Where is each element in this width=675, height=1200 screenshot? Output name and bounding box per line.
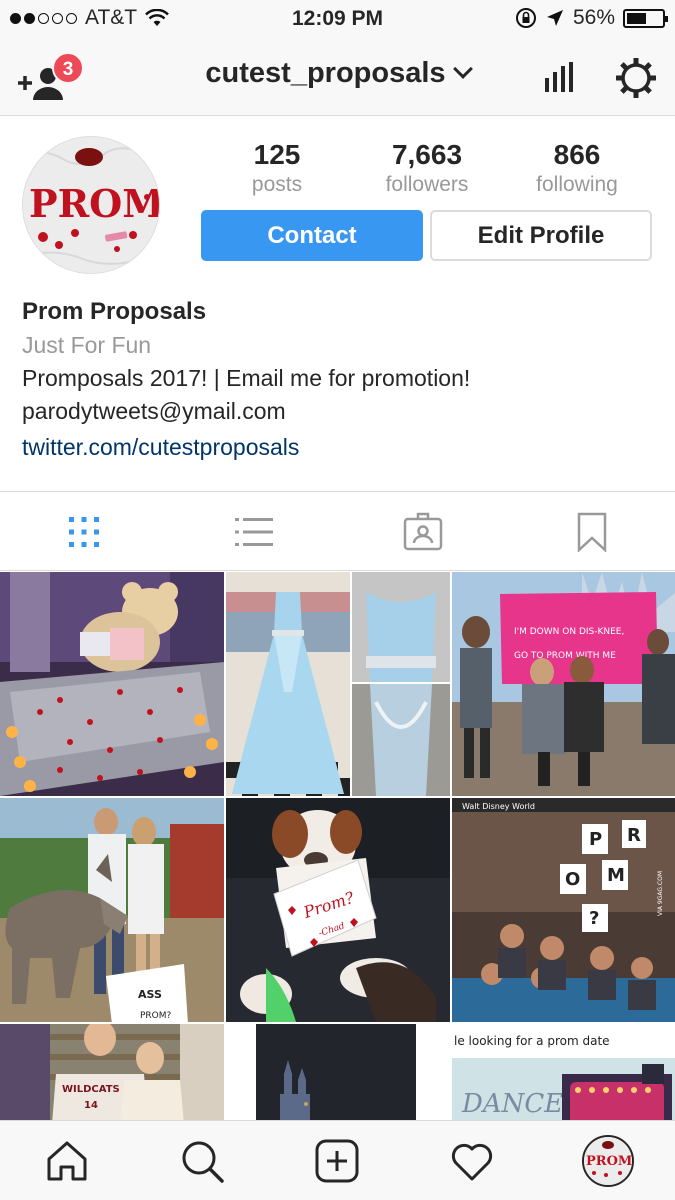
sign-text-1: I'M DOWN ON DIS-KNEE,	[514, 627, 624, 637]
bio-line: Promposals 2017! | Email me for promotio…	[22, 365, 471, 391]
post-thumbnail[interactable]: Prom? -Chad	[226, 798, 450, 1022]
post-thumbnail[interactable]	[0, 572, 224, 796]
location-arrow-icon	[546, 10, 563, 26]
ride-letter: P	[589, 829, 602, 850]
list-icon[interactable]	[234, 512, 274, 552]
bottom-navigation: PROM	[0, 1120, 675, 1200]
post-image-wildcats: WILDCATS 14	[0, 1024, 224, 1120]
profile-name: Prom Proposals	[22, 298, 207, 325]
dance-text: DANCE	[461, 1089, 563, 1119]
post-image-donkey: ASS PROM?	[0, 798, 224, 1022]
post-grid: I'M DOWN ON DIS-KNEE, GO TO PROM WITH ME	[0, 572, 675, 1120]
profile-category: Just For Fun	[22, 332, 152, 358]
contact-button[interactable]: Contact	[201, 210, 423, 261]
post-thumbnail[interactable]	[226, 1024, 450, 1120]
bio-email: parodytweets@ymail.com	[22, 398, 286, 424]
tile-caption: le looking for a prom date	[454, 1034, 610, 1048]
grid-icon[interactable]	[64, 512, 104, 552]
ride-letter: R	[627, 825, 641, 846]
add-post-icon[interactable]	[315, 1139, 359, 1183]
post-thumbnail[interactable]: ASS PROM?	[0, 798, 224, 1022]
ride-letter: O	[565, 869, 580, 890]
shirt-number: 14	[84, 1100, 98, 1111]
posts-label: posts	[251, 173, 303, 196]
profile-header: 3 cutest_proposals	[0, 38, 675, 116]
post-image-bedroom	[0, 572, 224, 796]
chevron-down-icon	[452, 59, 473, 79]
post-thumbnail[interactable]: WILDCATS 14	[0, 1024, 224, 1120]
sign-text-2: GO TO PROM WITH ME	[514, 651, 616, 661]
post-thumbnail[interactable]: le looking for a prom date DANCE	[452, 1024, 675, 1120]
sign-text-ass: ASS	[138, 988, 162, 1001]
followers-count: 7,663	[391, 139, 463, 170]
ride-letter: ?	[589, 908, 599, 929]
sign-text-prom: PROM?	[140, 1011, 172, 1021]
profile-tab-avatar-image: PROM	[584, 1137, 632, 1185]
insights-icon[interactable]	[543, 62, 575, 92]
post-image-dance: le looking for a prom date DANCE	[452, 1024, 675, 1120]
ride-photo-header: Walt Disney World	[462, 802, 535, 811]
posts-count: 125	[253, 139, 301, 170]
website-link[interactable]: twitter.com/cutestproposals	[22, 428, 652, 466]
watermark: VIA 9GAG.COM	[657, 871, 664, 916]
status-right: 56%	[515, 6, 668, 30]
following-stat[interactable]: 866 following	[507, 138, 647, 198]
profile-avatar[interactable]: PROM	[22, 136, 160, 274]
followers-label: followers	[385, 173, 469, 196]
following-count: 866	[553, 139, 601, 170]
following-label: following	[536, 173, 618, 196]
tagged-icon[interactable]	[403, 512, 443, 552]
username-title: cutest_proposals	[205, 57, 446, 89]
ride-letter: M	[607, 865, 625, 886]
avatar-text: PROM	[29, 181, 160, 226]
post-thumbnail[interactable]: Walt Disney World P R O M ? VIA 9GAG.COM	[452, 798, 675, 1022]
home-icon[interactable]	[45, 1139, 89, 1183]
bookmark-icon[interactable]	[572, 512, 612, 552]
post-thumbnail[interactable]	[226, 572, 450, 796]
edit-profile-button[interactable]: Edit Profile	[430, 210, 652, 261]
profile-tab-avatar[interactable]: PROM	[582, 1135, 634, 1187]
posts-stat[interactable]: 125 posts	[207, 138, 347, 198]
post-image-dress	[226, 572, 450, 796]
battery-icon	[623, 8, 668, 28]
battery-percent: 56%	[572, 6, 615, 29]
avatar-image: PROM	[23, 137, 160, 273]
status-bar: AT&T 12:09 PM 56%	[0, 0, 675, 38]
gear-icon[interactable]	[614, 56, 658, 100]
search-icon[interactable]	[180, 1139, 224, 1183]
profile-tabs	[0, 491, 675, 571]
post-image-castle	[226, 1024, 450, 1120]
heart-icon[interactable]	[450, 1139, 494, 1183]
post-thumbnail[interactable]: I'M DOWN ON DIS-KNEE, GO TO PROM WITH ME	[452, 572, 675, 796]
post-image-puppy: Prom? -Chad	[226, 798, 450, 1022]
shirt-text: WILDCATS	[62, 1084, 120, 1095]
post-image-disney-sign: I'M DOWN ON DIS-KNEE, GO TO PROM WITH ME	[452, 572, 675, 796]
profile-bio: Prom Proposals Just For Fun Promposals 2…	[22, 296, 652, 466]
followers-stat[interactable]: 7,663 followers	[357, 138, 497, 198]
rotation-lock-icon	[515, 8, 536, 28]
post-image-ride: Walt Disney World P R O M ? VIA 9GAG.COM	[452, 798, 675, 1022]
profile-tab-avatar-text: PROM	[586, 1154, 632, 1169]
